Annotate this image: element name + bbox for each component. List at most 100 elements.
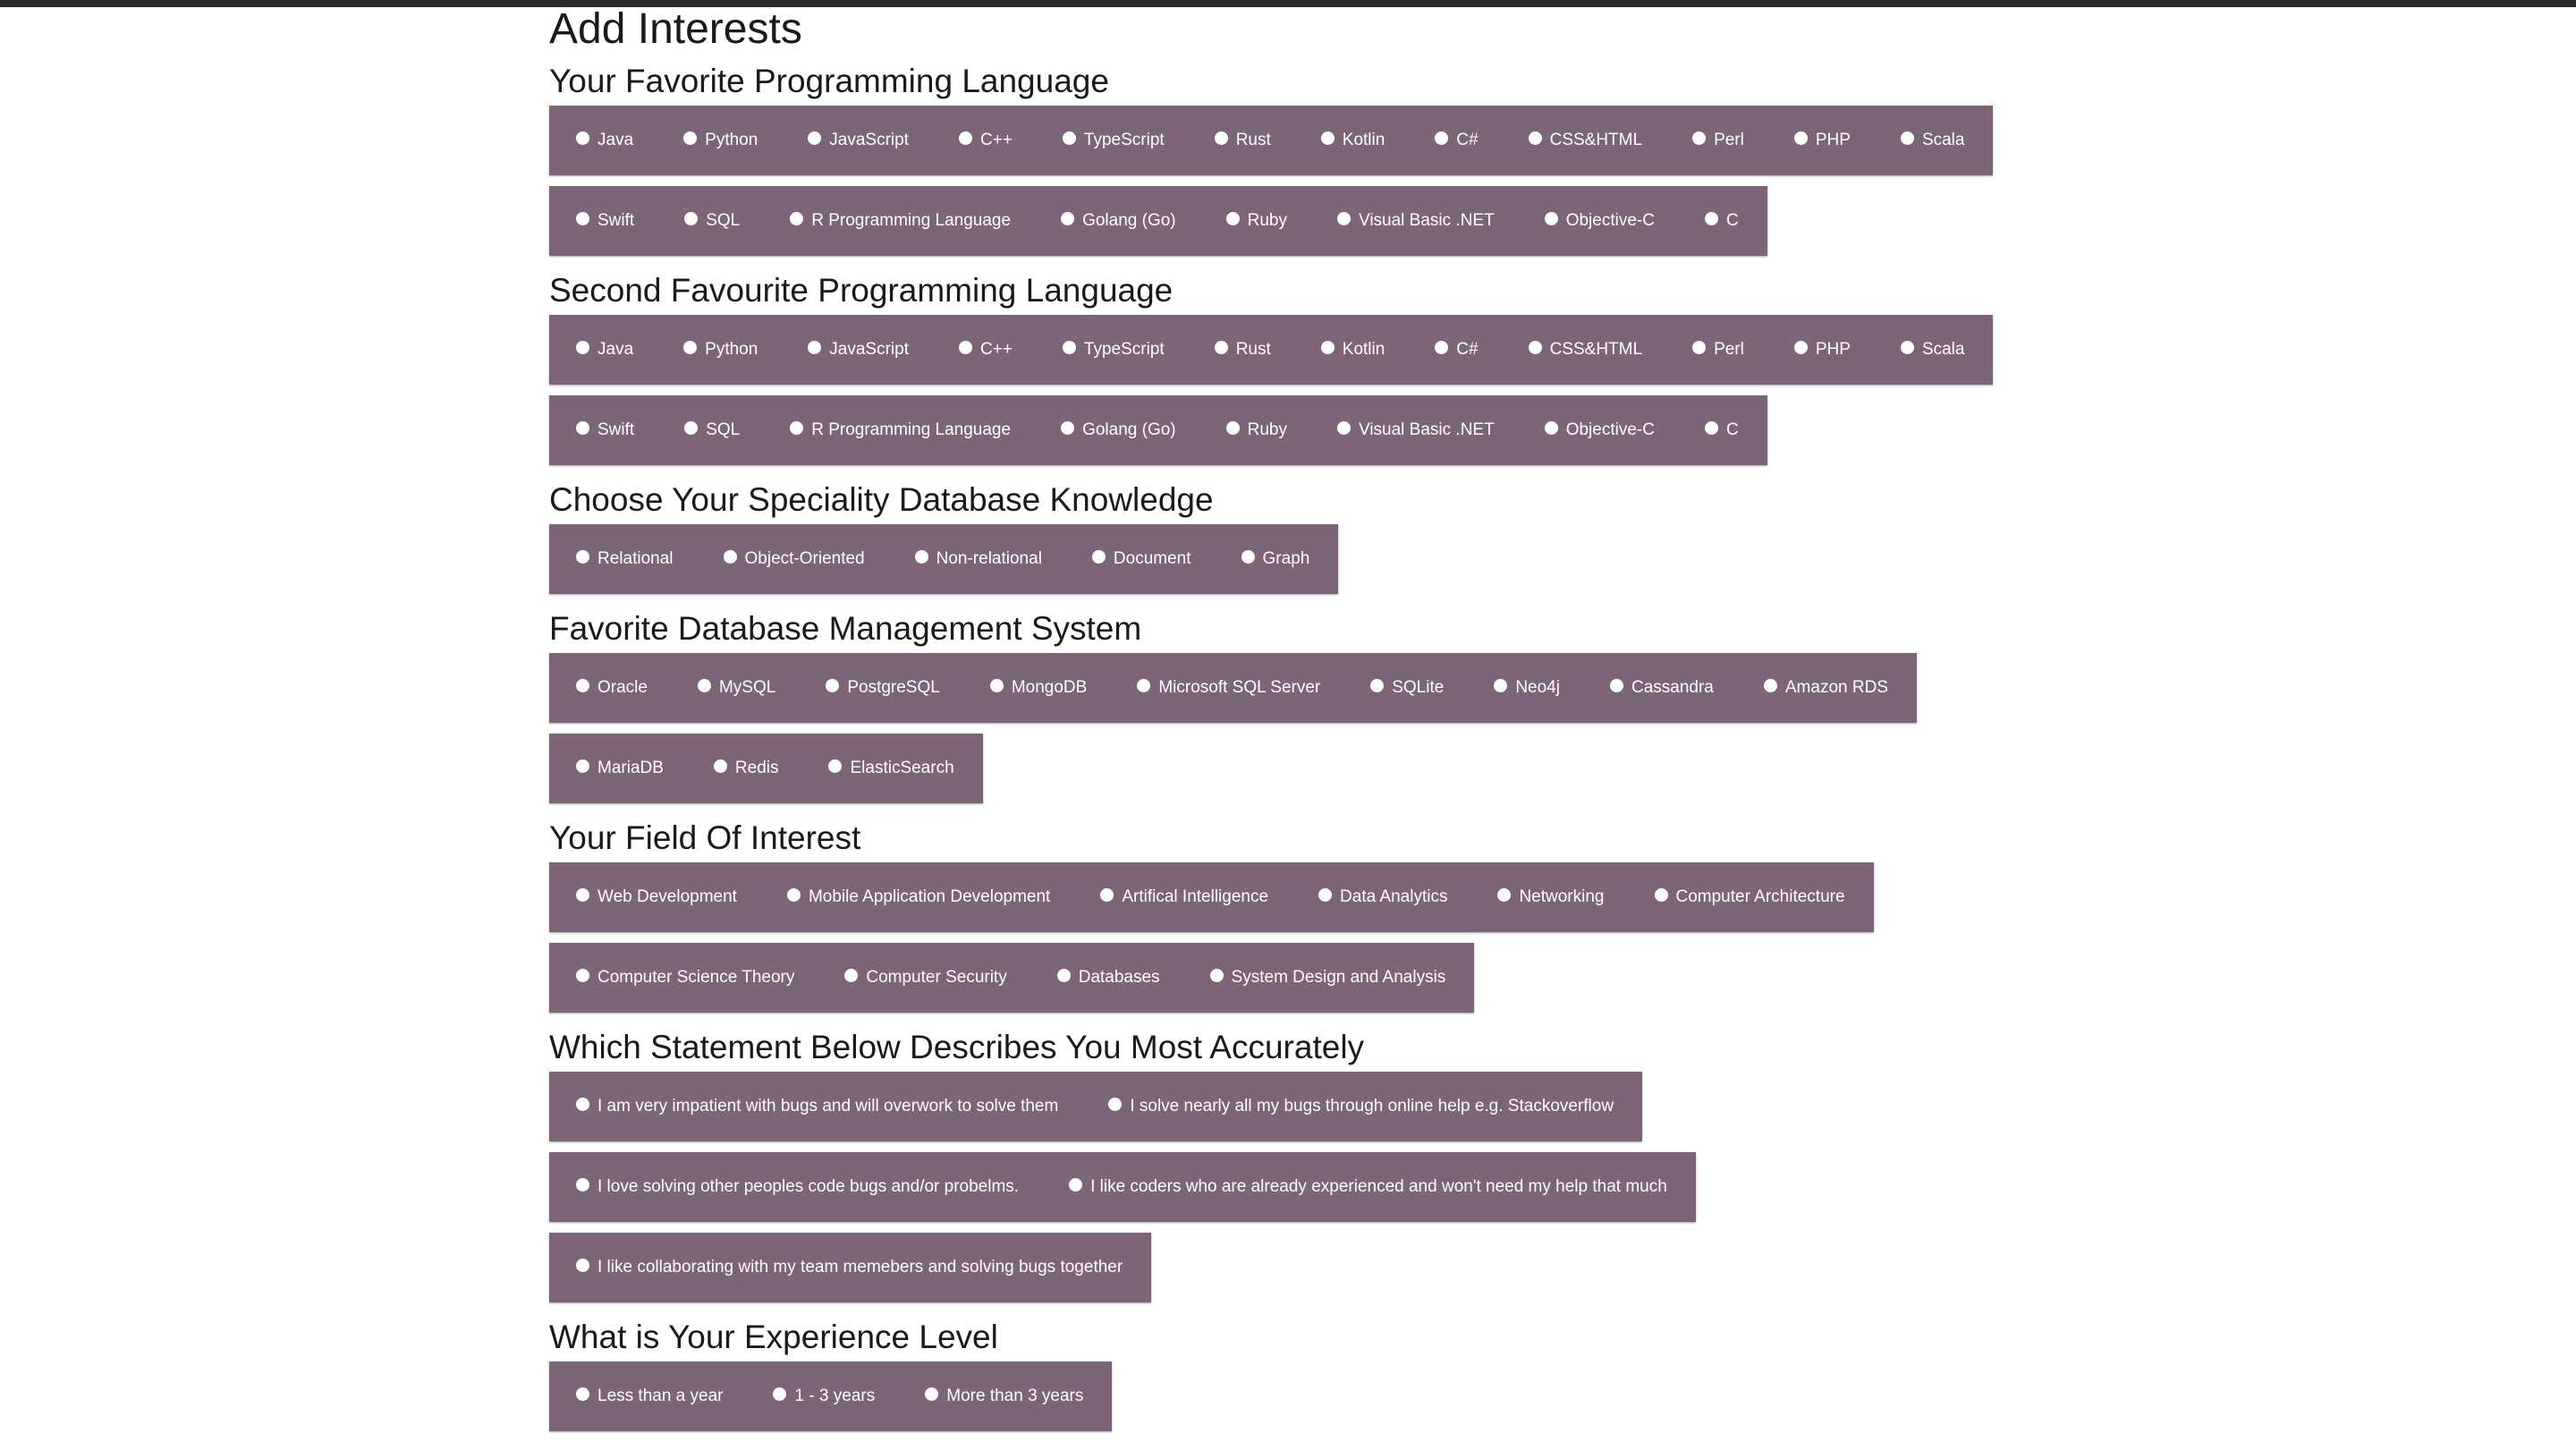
radio-option[interactable]: More than 3 years bbox=[925, 1387, 1083, 1406]
radio-button-icon[interactable] bbox=[1061, 211, 1075, 225]
radio-button-icon[interactable] bbox=[1225, 211, 1240, 225]
radio-option[interactable]: C bbox=[1704, 420, 1739, 440]
radio-option[interactable]: Objective-C bbox=[1544, 211, 1655, 231]
radio-button-icon[interactable] bbox=[828, 759, 843, 773]
radio-option[interactable]: Kotlin bbox=[1320, 340, 1385, 360]
radio-button-icon[interactable] bbox=[1069, 1177, 1083, 1192]
radio-option[interactable]: Amazon RDS bbox=[1763, 678, 1888, 698]
radio-option[interactable]: Graph bbox=[1241, 549, 1309, 569]
radio-option[interactable]: Rust bbox=[1214, 131, 1271, 150]
radio-button-icon[interactable] bbox=[1336, 420, 1351, 435]
radio-option[interactable]: Cassandra bbox=[1609, 678, 1714, 698]
radio-button-icon[interactable] bbox=[576, 678, 589, 692]
radio-option[interactable]: Rust bbox=[1214, 340, 1271, 360]
radio-option[interactable]: Perl bbox=[1692, 131, 1744, 150]
radio-button-icon[interactable] bbox=[1692, 340, 1707, 354]
radio-button-icon[interactable] bbox=[1108, 1097, 1123, 1111]
radio-button-icon[interactable] bbox=[576, 211, 589, 225]
radio-button-icon[interactable] bbox=[808, 340, 822, 354]
radio-button-icon[interactable] bbox=[1704, 211, 1718, 225]
radio-option[interactable]: Non-relational bbox=[914, 549, 1042, 569]
radio-button-icon[interactable] bbox=[1528, 340, 1542, 354]
radio-button-icon[interactable] bbox=[723, 549, 737, 564]
radio-button-icon[interactable] bbox=[808, 131, 822, 145]
radio-option[interactable]: SQL bbox=[684, 211, 740, 231]
radio-option[interactable]: Computer Science Theory bbox=[576, 968, 794, 988]
radio-button-icon[interactable] bbox=[925, 1387, 939, 1401]
radio-option[interactable]: Golang (Go) bbox=[1061, 211, 1176, 231]
radio-option[interactable]: Web Development bbox=[576, 887, 737, 907]
radio-option[interactable]: MongoDB bbox=[989, 678, 1087, 698]
radio-option[interactable]: I solve nearly all my bugs through onlin… bbox=[1108, 1097, 1614, 1116]
radio-button-icon[interactable] bbox=[1214, 131, 1228, 145]
radio-option[interactable]: Oracle bbox=[576, 678, 648, 698]
radio-button-icon[interactable] bbox=[1061, 420, 1075, 435]
radio-option[interactable]: Databases bbox=[1056, 968, 1160, 988]
radio-option[interactable]: SQL bbox=[684, 420, 740, 440]
radio-option[interactable]: Artifical Intelligence bbox=[1100, 887, 1268, 907]
radio-button-icon[interactable] bbox=[1320, 131, 1335, 145]
radio-button-icon[interactable] bbox=[1241, 549, 1255, 564]
radio-button-icon[interactable] bbox=[989, 678, 1004, 692]
radio-option[interactable]: SQLite bbox=[1370, 678, 1444, 698]
radio-option[interactable]: C bbox=[1704, 211, 1739, 231]
radio-button-icon[interactable] bbox=[576, 1097, 589, 1111]
radio-button-icon[interactable] bbox=[576, 1177, 589, 1192]
radio-option[interactable]: 1 - 3 years bbox=[773, 1387, 875, 1406]
radio-option[interactable]: TypeScript bbox=[1062, 340, 1165, 360]
radio-button-icon[interactable] bbox=[1320, 340, 1335, 354]
radio-button-icon[interactable] bbox=[1336, 211, 1351, 225]
radio-button-icon[interactable] bbox=[1654, 887, 1668, 902]
radio-button-icon[interactable] bbox=[959, 340, 972, 354]
radio-button-icon[interactable] bbox=[1137, 678, 1151, 692]
radio-button-icon[interactable] bbox=[1763, 678, 1777, 692]
radio-button-icon[interactable] bbox=[844, 968, 859, 982]
radio-option[interactable]: C++ bbox=[959, 131, 1013, 150]
radio-option[interactable]: PHP bbox=[1793, 340, 1851, 360]
radio-button-icon[interactable] bbox=[576, 549, 589, 564]
radio-button-icon[interactable] bbox=[683, 340, 698, 354]
radio-button-icon[interactable] bbox=[1435, 340, 1449, 354]
radio-option[interactable]: Document bbox=[1091, 549, 1191, 569]
radio-button-icon[interactable] bbox=[959, 131, 972, 145]
radio-button-icon[interactable] bbox=[914, 549, 928, 564]
radio-button-icon[interactable] bbox=[1900, 131, 1914, 145]
radio-button-icon[interactable] bbox=[1528, 131, 1542, 145]
radio-button-icon[interactable] bbox=[684, 420, 699, 435]
radio-button-icon[interactable] bbox=[1544, 211, 1558, 225]
radio-option[interactable]: PostgreSQL bbox=[826, 678, 940, 698]
radio-option[interactable]: Less than a year bbox=[576, 1387, 723, 1406]
radio-option[interactable]: Java bbox=[576, 131, 633, 150]
radio-button-icon[interactable] bbox=[1793, 131, 1808, 145]
radio-option[interactable]: I am very impatient with bugs and will o… bbox=[576, 1097, 1058, 1116]
radio-option[interactable]: R Programming Language bbox=[790, 420, 1011, 440]
radio-option[interactable]: Scala bbox=[1900, 340, 1964, 360]
radio-option[interactable]: Python bbox=[683, 340, 758, 360]
radio-option[interactable]: C# bbox=[1435, 340, 1479, 360]
radio-button-icon[interactable] bbox=[1544, 420, 1558, 435]
radio-button-icon[interactable] bbox=[786, 887, 801, 902]
radio-option[interactable]: System Design and Analysis bbox=[1209, 968, 1445, 988]
radio-option[interactable]: C++ bbox=[959, 340, 1013, 360]
radio-button-icon[interactable] bbox=[1497, 887, 1512, 902]
radio-button-icon[interactable] bbox=[1900, 340, 1914, 354]
radio-button-icon[interactable] bbox=[1609, 678, 1623, 692]
radio-option[interactable]: ElasticSearch bbox=[828, 759, 954, 778]
radio-option[interactable]: Ruby bbox=[1225, 420, 1287, 440]
radio-button-icon[interactable] bbox=[1091, 549, 1106, 564]
radio-option[interactable]: I love solving other peoples code bugs a… bbox=[576, 1177, 1019, 1197]
radio-option[interactable]: Networking bbox=[1497, 887, 1605, 907]
radio-button-icon[interactable] bbox=[1056, 968, 1071, 982]
radio-option[interactable]: Swift bbox=[576, 211, 634, 231]
radio-option[interactable]: Ruby bbox=[1225, 211, 1287, 231]
radio-button-icon[interactable] bbox=[1704, 420, 1718, 435]
radio-option[interactable]: Scala bbox=[1900, 131, 1964, 150]
radio-option[interactable]: I like collaborating with my team memebe… bbox=[576, 1258, 1123, 1277]
radio-option[interactable]: CSS&HTML bbox=[1528, 131, 1642, 150]
radio-option[interactable]: Swift bbox=[576, 420, 634, 440]
radio-option[interactable]: Golang (Go) bbox=[1061, 420, 1176, 440]
radio-option[interactable]: TypeScript bbox=[1062, 131, 1165, 150]
radio-button-icon[interactable] bbox=[1435, 131, 1449, 145]
radio-option[interactable]: R Programming Language bbox=[790, 211, 1011, 231]
radio-option[interactable]: MySQL bbox=[697, 678, 775, 698]
